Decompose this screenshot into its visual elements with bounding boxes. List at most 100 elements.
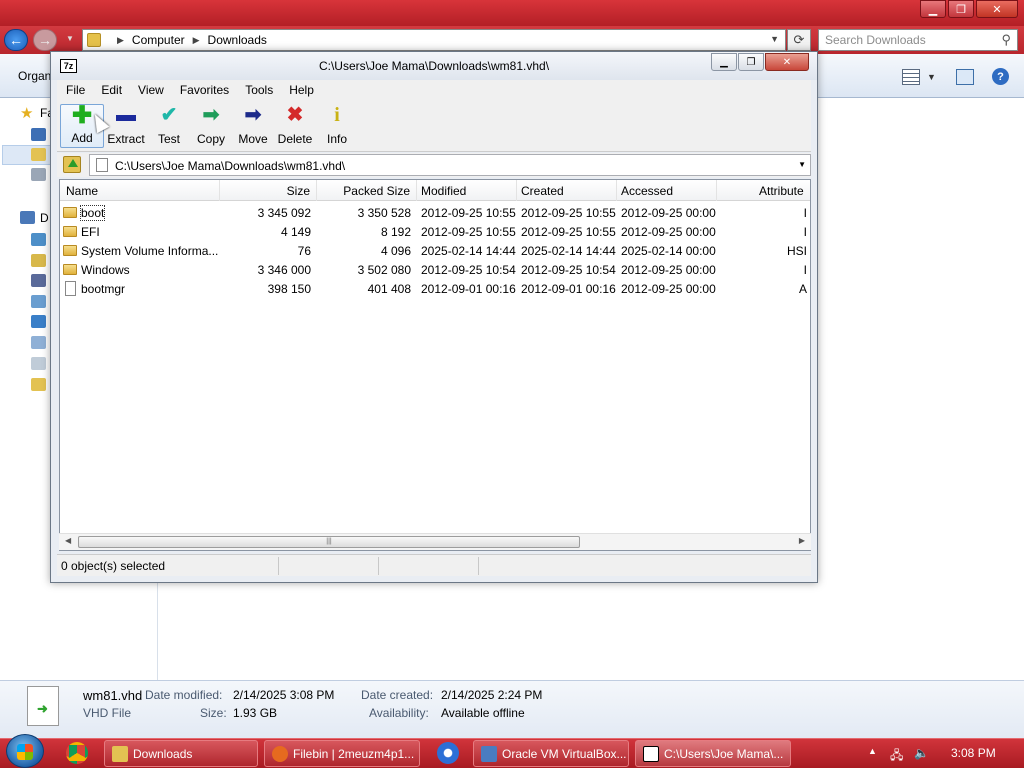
search-input[interactable]: Search Downloads ⚲ (818, 29, 1018, 51)
breadcrumb-computer[interactable]: Computer (132, 33, 185, 47)
row-attr: I (803, 263, 807, 277)
delete-button[interactable]: ✖ Delete (273, 104, 317, 146)
copy-button[interactable]: ➡ Copy (189, 104, 233, 146)
folder-up-icon[interactable] (63, 156, 81, 173)
row-modified: 2012-09-25 10:54 (421, 263, 516, 277)
availability-label: Availability: (369, 706, 429, 720)
details-file-type: VHD File (83, 706, 132, 720)
column-accessed[interactable]: Accessed (617, 180, 717, 201)
menu-file[interactable]: File (57, 83, 92, 97)
show-hidden-icons-icon[interactable]: ▲ (868, 746, 877, 756)
preview-pane-icon[interactable] (956, 69, 974, 85)
row-size: 76 (297, 244, 311, 258)
taskbar-downloads[interactable]: Downloads (104, 740, 258, 767)
help-icon[interactable]: ? (992, 68, 1009, 85)
recent-places-icon[interactable] (31, 168, 46, 181)
table-row[interactable]: Windows 3 346 000 3 502 080 2012-09-25 1… (60, 261, 810, 280)
search-placeholder: Search Downloads (825, 33, 926, 47)
chevron-down-icon[interactable]: ▼ (798, 160, 806, 169)
column-packed-size[interactable]: Packed Size (317, 180, 417, 201)
column-modified[interactable]: Modified (417, 180, 517, 201)
test-button[interactable]: ✔ Test (147, 104, 191, 146)
date-modified-label: Date modified: (145, 688, 223, 702)
status-bar: 0 object(s) selected (57, 554, 811, 576)
column-created[interactable]: Created (517, 180, 617, 201)
drive-icon[interactable] (31, 315, 46, 328)
drive-icon[interactable] (31, 357, 46, 370)
row-name: bootmgr (81, 282, 126, 296)
menu-favorites[interactable]: Favorites (171, 83, 236, 97)
drive-icon[interactable] (31, 295, 46, 308)
move-button[interactable]: ➡ Move (231, 104, 275, 146)
computer-icon[interactable] (20, 211, 35, 224)
close-button[interactable]: ✕ (765, 53, 809, 71)
row-accessed: 2012-09-25 00:00 (621, 225, 716, 239)
column-attributes[interactable]: Attribute (717, 180, 810, 201)
chevron-down-icon[interactable]: ▼ (770, 34, 779, 44)
horizontal-scrollbar[interactable]: ◀ ||| ▶ (59, 533, 811, 550)
row-attr: I (803, 206, 807, 220)
table-row[interactable]: EFI 4 149 8 192 2012-09-25 10:55 2012-09… (60, 223, 810, 242)
volume-icon[interactable]: 🔈 (914, 746, 929, 760)
drive-icon[interactable] (31, 254, 46, 267)
favorites-star-icon: ★ (20, 105, 34, 122)
chevron-down-icon[interactable]: ▼ (927, 72, 936, 82)
extract-button[interactable]: ▬ Extract (104, 104, 148, 146)
row-packed: 4 096 (380, 244, 411, 258)
folder-icon (63, 207, 77, 218)
7zip-title-bar: 7z C:\Users\Joe Mama\Downloads\wm81.vhd\… (51, 52, 817, 80)
taskbar-7zip[interactable]: C:\Users\Joe Mama\... (635, 740, 791, 767)
nav-d[interactable]: D (40, 211, 49, 225)
network-icon[interactable] (31, 233, 46, 246)
taskbar-label: Filebin | 2meuzm4p1... (293, 746, 415, 761)
table-row[interactable]: System Volume Informa... 76 4 096 2025-0… (60, 242, 810, 261)
menu-view[interactable]: View (129, 83, 171, 97)
desktop-icon[interactable] (31, 128, 46, 141)
close-button[interactable]: ✕ (976, 0, 1018, 18)
forward-button[interactable]: → (33, 29, 57, 51)
scroll-right-icon[interactable]: ▶ (799, 536, 805, 545)
folder-icon[interactable] (31, 378, 46, 391)
downloads-folder-icon[interactable] (31, 148, 46, 161)
minimize-button[interactable]: ▁ (711, 53, 737, 71)
row-attr: A (798, 282, 807, 296)
row-created: 2012-09-25 10:55 (521, 225, 616, 239)
chrome-icon[interactable] (66, 742, 88, 764)
row-modified: 2012-09-25 10:55 (421, 225, 516, 239)
row-packed: 3 502 080 (357, 263, 411, 277)
minimize-button[interactable]: ▁ (920, 0, 946, 18)
refresh-button[interactable]: ⟳ (787, 29, 811, 51)
drive-icon[interactable] (31, 336, 46, 349)
organize-button[interactable]: Organ (18, 69, 51, 83)
taskbar-label: Downloads (133, 746, 193, 761)
table-row[interactable]: boot 3 345 092 3 350 528 2012-09-25 10:5… (60, 204, 810, 223)
menu-tools[interactable]: Tools (236, 83, 280, 97)
scroll-left-icon[interactable]: ◀ (65, 536, 71, 545)
maximize-button[interactable]: ❐ (738, 53, 764, 71)
breadcrumb-downloads[interactable]: Downloads (208, 33, 267, 47)
browser-icon[interactable] (437, 742, 459, 764)
menu-help[interactable]: Help (280, 83, 321, 97)
check-icon: ✔ (160, 104, 178, 126)
file-list[interactable]: Name Size Packed Size Modified Created A… (59, 179, 811, 551)
network-tray-icon[interactable]: 🖧 (890, 746, 903, 767)
taskbar-filebin[interactable]: Filebin | 2meuzm4p1... (264, 740, 420, 767)
explorer-address-bar[interactable]: ▶ Computer ▶ Downloads ▼ (82, 29, 786, 51)
column-size[interactable]: Size (220, 180, 317, 201)
details-file-name: wm81.vhd (83, 688, 143, 703)
recent-pages-dropdown[interactable]: ▼ (66, 34, 74, 43)
column-name[interactable]: Name (60, 180, 220, 201)
path-combobox[interactable]: C:\Users\Joe Mama\Downloads\wm81.vhd\ ▼ (89, 154, 811, 176)
back-button[interactable]: ← (4, 29, 28, 51)
start-button[interactable] (6, 734, 44, 768)
scrollbar-thumb[interactable]: ||| (78, 536, 580, 548)
taskbar-virtualbox[interactable]: Oracle VM VirtualBox... (473, 740, 629, 767)
drive-icon[interactable] (31, 274, 46, 287)
change-view-icon[interactable] (902, 69, 920, 85)
table-row[interactable]: bootmgr 398 150 401 408 2012-09-01 00:16… (60, 280, 810, 299)
clock[interactable]: 3:08 PM (951, 746, 996, 760)
maximize-button[interactable]: ❐ (948, 0, 974, 18)
row-accessed: 2012-09-25 00:00 (621, 206, 716, 220)
menu-edit[interactable]: Edit (92, 83, 129, 97)
info-button[interactable]: i Info (315, 104, 359, 146)
